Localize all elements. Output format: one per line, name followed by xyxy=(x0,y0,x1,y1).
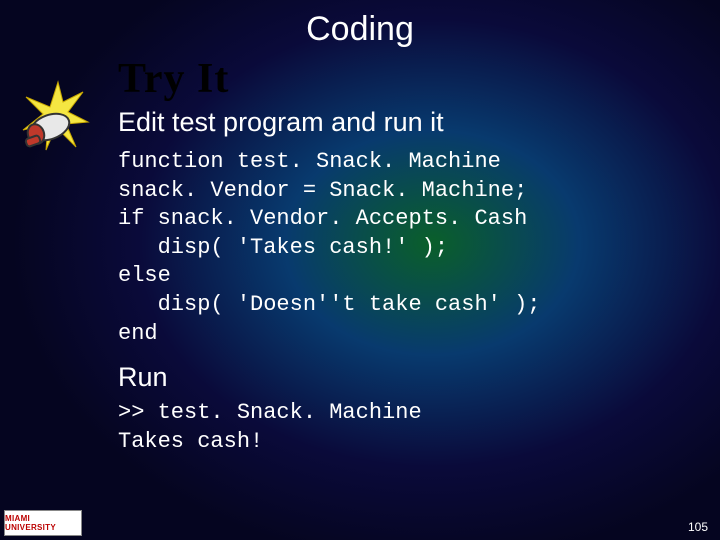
code-block: function test. Snack. Machine snack. Ven… xyxy=(118,148,698,348)
slide-title: Coding xyxy=(0,0,720,49)
megaphone-icon xyxy=(8,72,108,172)
slide-content: Try It Edit test program and run it func… xyxy=(118,55,698,456)
run-output: >> test. Snack. Machine Takes cash! xyxy=(118,399,698,456)
page-number: 105 xyxy=(688,520,708,534)
university-logo: MIAMI UNIVERSITY xyxy=(4,510,82,536)
edit-subheading: Edit test program and run it xyxy=(118,107,698,138)
run-heading: Run xyxy=(118,362,698,393)
tryit-heading: Try It xyxy=(118,55,698,103)
